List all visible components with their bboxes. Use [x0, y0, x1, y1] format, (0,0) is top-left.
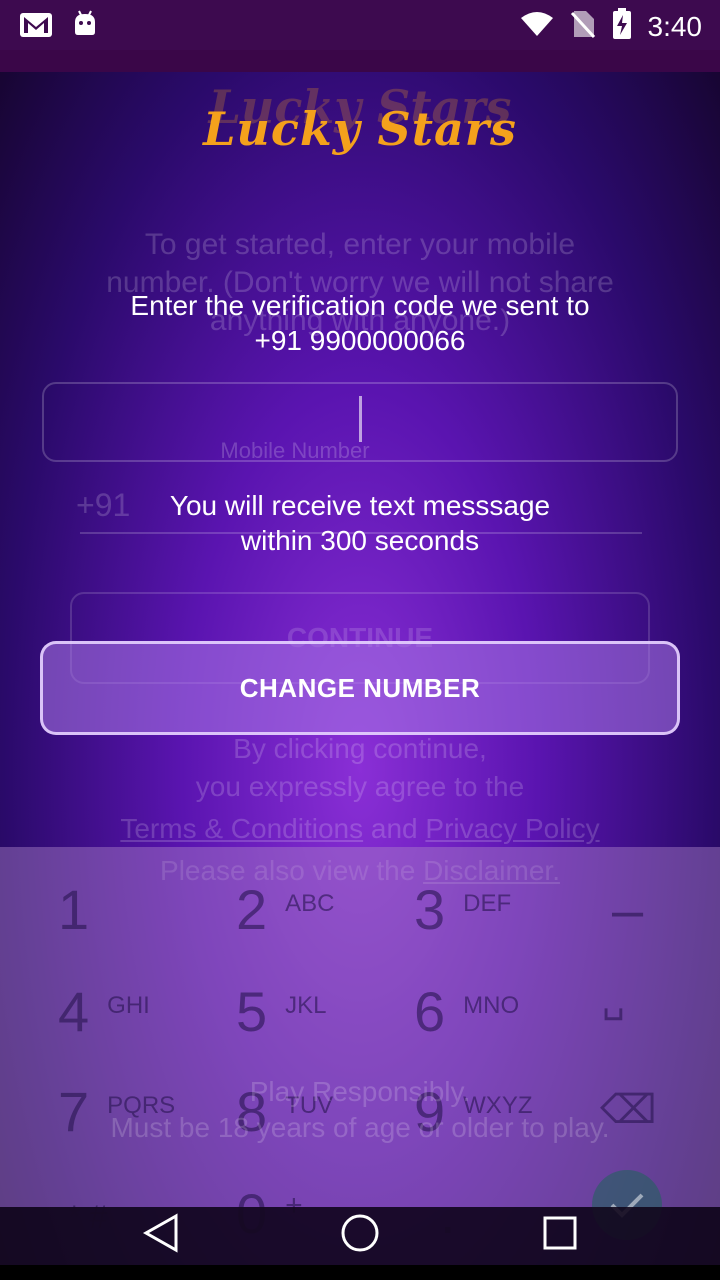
mobile-number-label: Mobile Number [220, 438, 370, 463]
text-cursor [359, 396, 362, 442]
verification-info: You will receive text messsage within 30… [60, 488, 660, 558]
consent-line-2: you expressly agree to the [195, 771, 525, 802]
navbar-bottom [0, 1265, 720, 1280]
consent-line-1: By clicking continue, [233, 733, 487, 764]
info-line-2: within 300 seconds [240, 525, 480, 556]
app-bar-strip [0, 50, 720, 72]
key-minus[interactable]: – [612, 877, 643, 942]
clock: 3:40 [647, 10, 703, 42]
phone-number: +91 9900000066 [254, 325, 466, 356]
home-icon[interactable] [340, 1213, 380, 1258]
back-icon[interactable] [142, 1213, 180, 1258]
responsibly-line-2: Must be 18 years of age or older to play… [110, 1112, 610, 1143]
key-2[interactable]: 2 ABC [236, 877, 335, 942]
privacy-link: Privacy Policy [425, 813, 600, 844]
and-text: and [370, 813, 418, 844]
verification-title: Enter the verification code we sent to +… [60, 288, 660, 358]
key-6[interactable]: 6 MNO [414, 979, 519, 1044]
key-4[interactable]: 4 GHI [58, 979, 150, 1044]
no-sim-icon [570, 9, 596, 44]
wifi-icon [520, 10, 554, 43]
verification-title-line: Enter the verification code we sent to [130, 290, 590, 321]
key-1[interactable]: 1 [58, 877, 89, 942]
status-bar: 3:40 [0, 0, 720, 50]
app-logo: Lucky Stars [203, 102, 517, 156]
battery-charging-icon [612, 8, 632, 45]
android-icon [72, 10, 98, 45]
responsibility-text: Play Responsibly. Must be 18 years of ag… [60, 1074, 660, 1146]
key-space[interactable]: ␣ [602, 979, 625, 1021]
responsibly-line-1: Play Responsibly. [249, 1076, 471, 1107]
change-number-button[interactable]: CHANGE NUMBER [40, 641, 680, 735]
key-3[interactable]: 3 DEF [414, 877, 511, 942]
gmail-icon [18, 10, 54, 45]
terms-link: Terms & Conditions [120, 813, 364, 844]
numeric-keyboard: 1 2 ABC 3 DEF – 4 GHI 5 JKL 6 MNO ␣ 7 PQRS 8 TU… [0, 847, 720, 1245]
key-5[interactable]: 5 JKL [236, 979, 327, 1044]
info-line-1: You will receive text messsage [169, 490, 551, 521]
recents-icon[interactable] [542, 1215, 578, 1256]
